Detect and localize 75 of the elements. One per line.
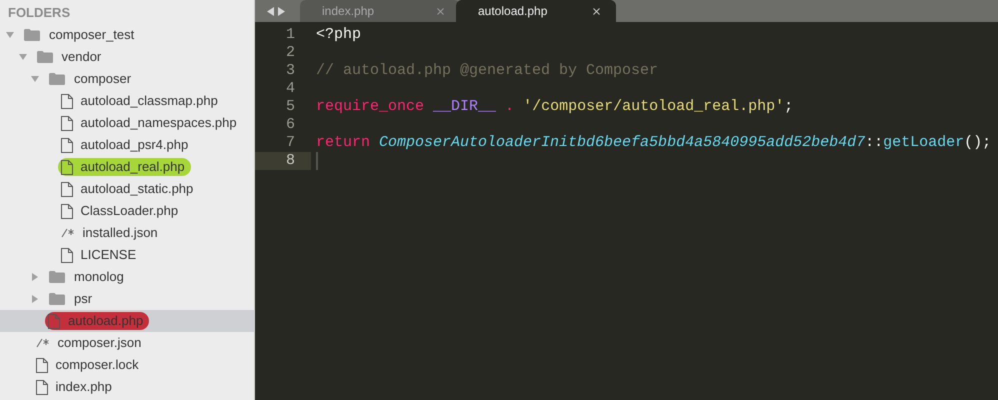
tree-row[interactable]: monolog — [0, 266, 254, 288]
comment-icon — [36, 338, 50, 348]
file-icon — [60, 204, 72, 218]
file-icon — [60, 138, 72, 152]
line-number: 3 — [284, 62, 296, 80]
tree-row[interactable]: installed.json — [0, 222, 254, 244]
tree-row[interactable]: psr — [0, 288, 254, 310]
code-line: require_once __DIR__ . '/composer/autoload_real.php'; — [316, 98, 794, 116]
tree-item-label: autoload_namespaces.php — [80, 114, 237, 132]
file-icon — [60, 248, 72, 262]
tree-row[interactable]: LICENSE — [0, 244, 254, 266]
tree-item-label: psr — [74, 290, 92, 308]
tree-item-label: installed.json — [82, 224, 158, 242]
line-number: 2 — [284, 44, 296, 62]
back-arrow-icon[interactable] — [267, 6, 274, 16]
code-line: // autoload.php @generated by Composer — [316, 62, 658, 80]
code-line: return ComposerAutoloaderInitbd6beefa5bbd4a5840995add52beb4d7::getLoader(); — [316, 134, 992, 152]
forward-arrow-icon[interactable] — [278, 6, 285, 16]
tree-item-label: autoload_static.php — [80, 180, 194, 198]
tree-item-label: autoload_real.php — [80, 158, 185, 176]
expanded-arrow-icon[interactable] — [6, 31, 14, 39]
tree-row[interactable]: composer_test — [0, 24, 254, 46]
tab-label: index.php — [322, 3, 374, 20]
tree-row[interactable]: composer.lock — [0, 354, 254, 376]
tree-row[interactable]: autoload_namespaces.php — [0, 112, 254, 134]
file-icon — [60, 116, 72, 130]
folder-icon — [23, 28, 41, 42]
line-number: 4 — [284, 80, 296, 98]
file-icon — [60, 94, 72, 108]
tree-item-label: ClassLoader.php — [80, 202, 178, 220]
file-icon — [60, 160, 72, 174]
file-icon — [36, 358, 48, 372]
file-icon — [48, 314, 60, 328]
folder-icon — [48, 72, 66, 86]
tree-item-label: composer_test — [49, 26, 134, 44]
text-cursor — [316, 152, 318, 170]
collapsed-arrow-icon[interactable] — [31, 273, 39, 281]
tree-item-label: composer — [74, 70, 132, 88]
close-icon[interactable] — [591, 6, 602, 16]
expanded-arrow-icon[interactable] — [18, 53, 26, 61]
tree-row[interactable]: autoload_psr4.php — [0, 134, 254, 156]
tree-item-label: LICENSE — [80, 246, 136, 264]
tree-row[interactable]: autoload_real.php — [0, 156, 254, 178]
tree-row[interactable]: vendor — [0, 46, 254, 68]
tab-label: autoload.php — [478, 3, 548, 20]
line-number: 6 — [284, 116, 296, 134]
tree-item-label: monolog — [74, 268, 124, 286]
code-line: <?php — [316, 26, 362, 44]
tab[interactable]: autoload.php — [456, 0, 616, 22]
sidebar-title: FOLDERS — [7, 4, 72, 22]
line-number: 1 — [284, 26, 296, 44]
file-icon — [36, 380, 48, 394]
folder-icon — [48, 292, 66, 306]
tree-item-label: autoload_classmap.php — [80, 92, 218, 110]
tree-item-label: autoload.php — [68, 312, 144, 330]
folder-icon — [48, 270, 66, 284]
comment-icon — [60, 228, 74, 238]
tree-item-label: index.php — [56, 378, 112, 396]
line-number: 7 — [284, 134, 296, 152]
tree-row[interactable]: index.php — [0, 376, 254, 398]
folder-icon — [36, 50, 54, 64]
expanded-arrow-icon[interactable] — [31, 75, 39, 83]
tree-item-label: autoload_psr4.php — [80, 136, 188, 154]
collapsed-arrow-icon[interactable] — [31, 295, 39, 303]
tree-item-label: composer.lock — [56, 356, 139, 374]
tree-row[interactable]: autoload_classmap.php — [0, 90, 254, 112]
tree-item-label: vendor — [62, 48, 102, 66]
tree-row[interactable]: composer — [0, 68, 254, 90]
tree-item-label: composer.json — [58, 334, 142, 352]
file-icon — [60, 182, 72, 196]
tree-row[interactable]: ClassLoader.php — [0, 200, 254, 222]
tree-row[interactable]: autoload_static.php — [0, 178, 254, 200]
line-number: 8 — [255, 152, 311, 170]
line-number: 5 — [284, 98, 296, 116]
tree-row[interactable]: composer.json — [0, 332, 254, 354]
